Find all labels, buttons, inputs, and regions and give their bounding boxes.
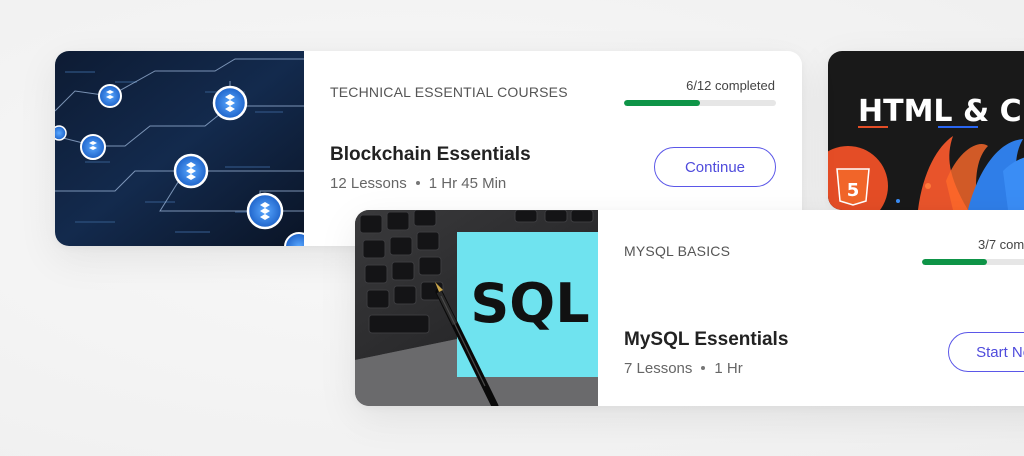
course-category: TECHNICAL ESSENTIAL COURSES: [330, 84, 568, 100]
course-card-mysql[interactable]: SQL MYSQL BASICS 3/7 completed MySQL Ess…: [355, 210, 1024, 406]
continue-button[interactable]: Continue: [654, 147, 776, 187]
mysql-card-body: MYSQL BASICS 3/7 completed MySQL Essenti…: [598, 210, 1024, 406]
progress-bar: [922, 259, 1024, 265]
lesson-count: 7 Lessons: [624, 360, 693, 377]
course-meta: 7 Lessons 1 Hr: [624, 360, 743, 377]
mysql-thumbnail: SQL: [355, 210, 598, 406]
course-title[interactable]: MySQL Essentials: [624, 329, 788, 351]
html-css-thumbnail: HTML & CSS 5: [828, 51, 1024, 210]
meta-separator-dot: [701, 366, 706, 371]
html-css-thumbnail-text: HTML & CSS: [858, 94, 1024, 129]
sql-note-text: SQL: [470, 272, 589, 335]
progress-bar-fill: [922, 259, 988, 265]
svg-text:5: 5: [847, 180, 860, 201]
blockchain-thumbnail: [55, 51, 304, 246]
progress-bar-fill: [624, 100, 700, 106]
course-duration: 1 Hr: [714, 360, 743, 377]
progress-bar: [624, 100, 776, 106]
course-title[interactable]: Blockchain Essentials: [330, 144, 531, 166]
meta-separator-dot: [415, 181, 420, 186]
course-meta: 12 Lessons 1 Hr 45 Min: [330, 175, 506, 192]
progress-text: 3/7 completed: [978, 237, 1024, 252]
course-card-html-css[interactable]: HTML & CSS 5: [828, 51, 1024, 210]
html5-shield-icon: 5: [836, 168, 870, 206]
course-cards-stage: HTML & CSS 5: [0, 0, 1024, 456]
progress-text: 6/12 completed: [686, 78, 775, 93]
lesson-count: 12 Lessons: [330, 175, 407, 192]
start-now-button[interactable]: Start Now: [948, 332, 1024, 372]
course-duration: 1 Hr 45 Min: [428, 175, 507, 192]
course-category: MYSQL BASICS: [624, 243, 731, 259]
